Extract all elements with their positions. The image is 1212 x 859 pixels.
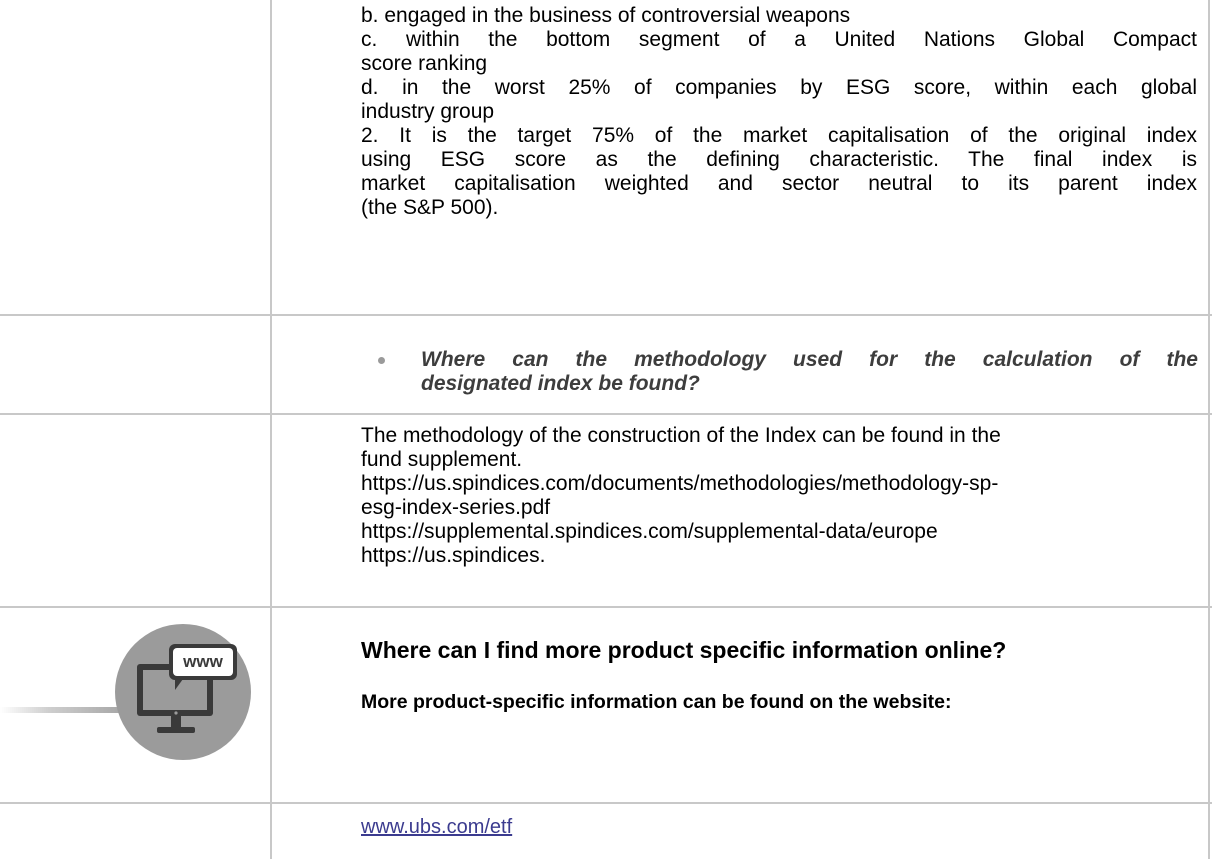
www-monitor-icon: www <box>115 624 251 760</box>
row-border <box>0 606 1212 608</box>
text-line: c. within the bottom segment of a United… <box>361 28 1197 51</box>
text-line: using ESG score as the defining characte… <box>361 148 1197 171</box>
column-border-left <box>270 0 272 859</box>
row-border <box>0 802 1212 804</box>
text-line: d. in the worst 25% of companies by ESG … <box>361 76 1197 99</box>
text-line: industry group <box>361 100 495 123</box>
question-line: Where can the methodology used for the c… <box>421 348 1198 371</box>
url-line: https://us.spindices.com/documents/metho… <box>361 472 999 495</box>
question-line: designated index be found? <box>421 372 700 395</box>
text-line: (the S&P 500). <box>361 196 499 219</box>
decorative-line <box>0 707 120 713</box>
online-info-subtext: More product-specific information can be… <box>361 691 952 713</box>
text-line: The methodology of the construction of t… <box>361 424 1001 447</box>
row-border <box>0 314 1212 316</box>
url-line: https://us.spindices. <box>361 544 546 567</box>
text-line: market capitalisation weighted and secto… <box>361 172 1197 195</box>
methodology-answer: The methodology of the construction of t… <box>361 424 1197 568</box>
online-info-heading: Where can I find more product specific i… <box>361 637 1007 663</box>
bullet-icon <box>378 357 385 364</box>
website-link[interactable]: www.ubs.com/etf <box>361 815 512 839</box>
criteria-text: b. engaged in the business of controvers… <box>361 4 1197 220</box>
row-border <box>0 413 1212 415</box>
column-border-right <box>1208 0 1210 859</box>
methodology-question: Where can the methodology used for the c… <box>378 348 1198 396</box>
url-line: esg-index-series.pdf <box>361 496 551 519</box>
url-line: https://supplemental.spindices.com/suppl… <box>361 520 938 543</box>
www-icon-label: www <box>182 652 223 671</box>
text-line: 2. It is the target 75% of the market ca… <box>361 124 1197 147</box>
text-line: b. engaged in the business of controvers… <box>361 4 851 27</box>
text-line: score ranking <box>361 52 488 75</box>
text-line: fund supplement. <box>361 448 523 471</box>
document-page: b. engaged in the business of controvers… <box>0 0 1212 859</box>
